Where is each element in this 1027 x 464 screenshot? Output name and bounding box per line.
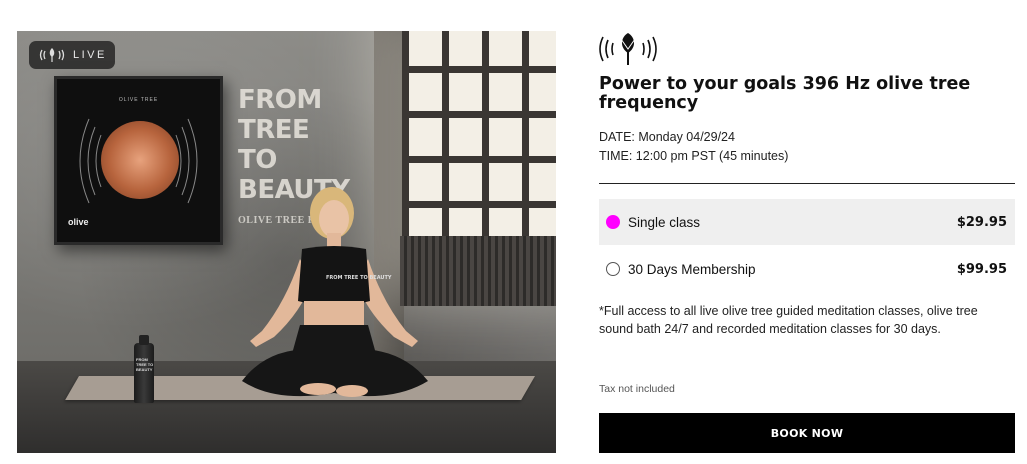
membership-note: *Full access to all live olive tree guid…: [599, 304, 978, 336]
wall-slogan-line: TO: [238, 145, 277, 175]
meditating-woman: FROM TREE TO BEAUTY: [242, 187, 428, 397]
option-30-days-membership[interactable]: 30 Days Membership $99.95: [599, 246, 1015, 292]
radio-unselected-icon[interactable]: [606, 262, 620, 276]
copper-disc: [101, 121, 179, 199]
wall-frame-poster: OLIVE TREE olive: [54, 76, 223, 245]
bottle-label: FROM TREE TO BEAUTY: [136, 357, 154, 372]
radio-selected-icon[interactable]: [606, 215, 620, 229]
option-label: 30 Days Membership: [628, 261, 756, 277]
frame-brand: olive: [68, 217, 89, 227]
shirt-label: FROM TREE TO BEAUTY: [326, 275, 392, 281]
hero-image: LIVE OLIVE TREE olive FROM TREE TO BEAUT…: [17, 31, 556, 453]
wall-slogan-line: FROM: [238, 85, 322, 115]
class-date: DATE: Monday 04/29/24: [599, 130, 735, 144]
wall-slogan-line: TREE: [238, 115, 310, 145]
live-badge: LIVE: [29, 41, 115, 69]
divider: [599, 183, 1015, 184]
book-now-button[interactable]: BOOK NOW: [599, 413, 1015, 453]
option-label: Single class: [628, 214, 701, 230]
tax-note: Tax not included: [599, 383, 675, 395]
tree-waves-icon: [39, 48, 65, 62]
tree-sound-waves-logo-icon: [599, 33, 657, 65]
product-title: Power to your goals 396 Hz olive tree fr…: [599, 74, 971, 113]
class-time: TIME: 12:00 pm PST (45 minutes): [599, 149, 789, 163]
option-price: $29.95: [956, 214, 1007, 230]
option-single-class[interactable]: Single class $29.95: [599, 199, 1015, 245]
frame-title: OLIVE TREE: [118, 97, 159, 103]
water-bottle: FROM TREE TO BEAUTY: [134, 335, 154, 403]
option-price: $99.95: [956, 261, 1007, 277]
live-label: LIVE: [73, 49, 107, 61]
